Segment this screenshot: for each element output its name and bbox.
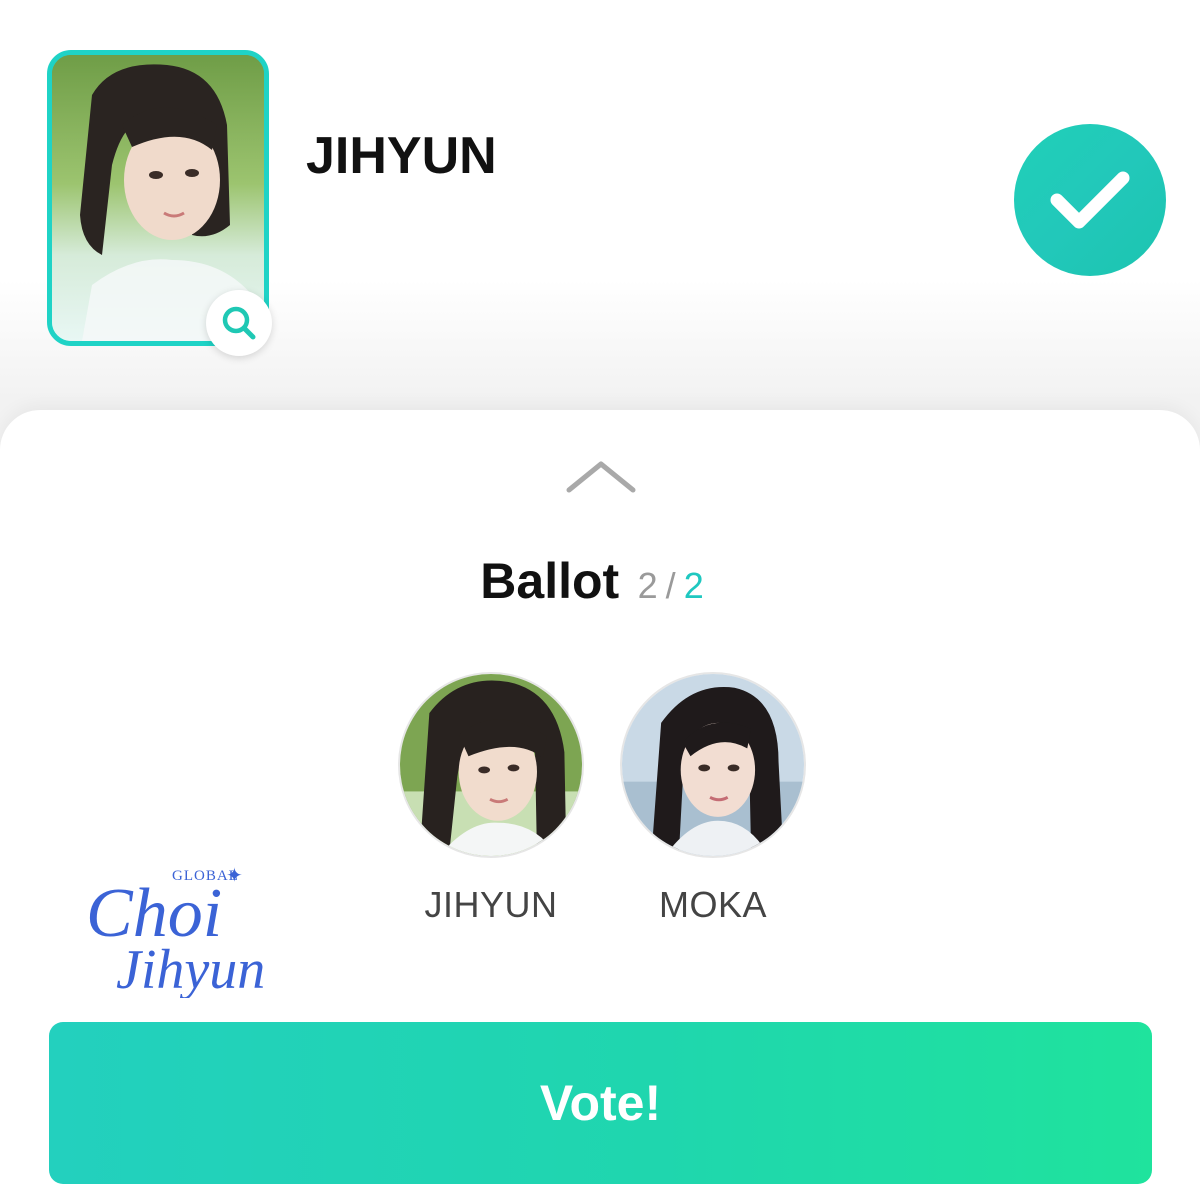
ballot-count-separator: / [665,565,676,606]
portrait-photo [622,674,804,856]
check-icon [1050,171,1130,229]
chevron-up-icon [566,461,636,493]
ballot-max-count: 2 [683,565,704,606]
search-icon [222,306,256,340]
avatar [620,672,806,858]
fan-logo-watermark: GLOBAL ✦ Choi Jihyun [80,858,300,998]
selected-candidates-list: JIHYUN MOKA [396,672,816,932]
selected-candidate-name: JIHYUN [424,884,558,925]
svg-text:✦: ✦ [226,863,243,887]
vote-screen: JIHYUN Ballot 2/2 JIHYUN MOKA GLOBAL ✦ C… [0,0,1200,1200]
candidate-name: JIHYUN [306,127,497,185]
ballot-selected-count: 2 [637,565,658,606]
zoom-photo-button[interactable] [206,290,272,356]
collapse-sheet-button[interactable] [566,460,636,494]
avatar [398,672,584,858]
ballot-title: Ballot [480,553,620,609]
selected-check-button[interactable] [1014,124,1166,276]
ballot-count: 2/2 [638,565,704,606]
selected-candidate-name: MOKA [658,884,767,925]
svg-text:Jihyun: Jihyun [116,939,265,998]
selected-candidate[interactable]: MOKA [618,672,808,926]
logo: GLOBAL ✦ Choi Jihyun [86,863,265,998]
selected-candidate[interactable]: JIHYUN [396,672,586,926]
vote-button-label: Vote! [539,1075,662,1131]
vote-button[interactable]: Vote! [49,1022,1152,1184]
ballot-heading: Ballot 2/2 [0,552,1184,610]
portrait-photo [400,674,582,856]
